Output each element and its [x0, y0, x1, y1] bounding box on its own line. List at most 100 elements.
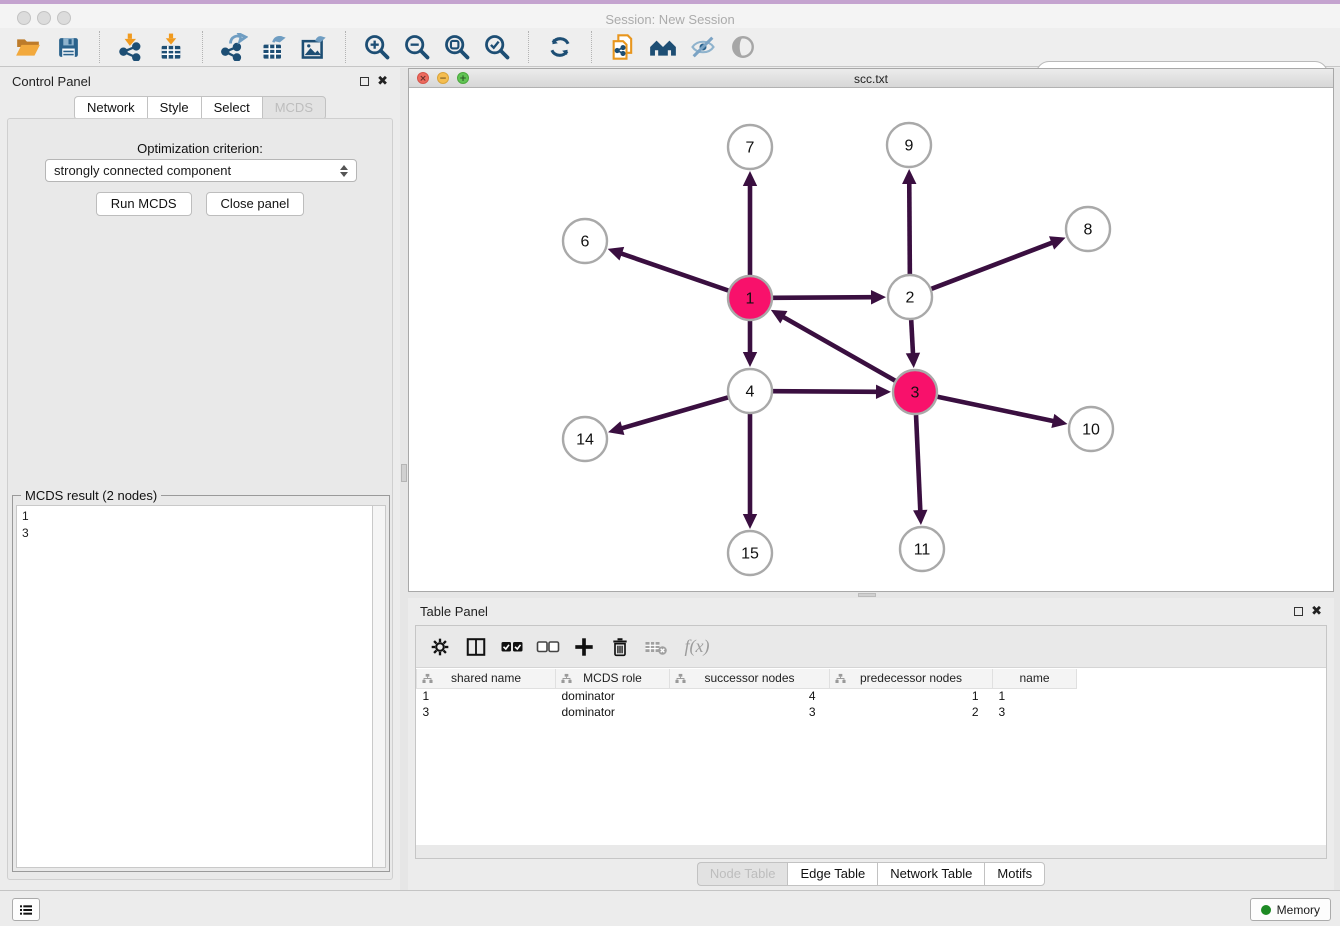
network-canvas-svg[interactable]: 7968124314101511: [409, 88, 1333, 591]
toolbar-separator: [345, 31, 346, 63]
edge-arrowhead-icon: [608, 247, 625, 261]
table-toolbar: f(x): [416, 626, 1326, 668]
edge-4-14[interactable]: [621, 397, 728, 428]
mcds-result-scrollbar[interactable]: [372, 505, 386, 868]
edge-arrowhead-icon: [906, 353, 920, 368]
zoom-in-icon[interactable]: [357, 30, 397, 64]
network-window-titlebar[interactable]: × − + scc.txt: [409, 69, 1333, 88]
edge-3-10[interactable]: [938, 397, 1055, 422]
zoom-fit-icon[interactable]: [437, 30, 477, 64]
edge-2-8[interactable]: [931, 242, 1053, 289]
first-neighbors-icon[interactable]: [643, 30, 683, 64]
export-image-icon[interactable]: [294, 30, 334, 64]
table-panel-footer-strip: [415, 845, 1327, 859]
delete-icon[interactable]: [604, 631, 636, 663]
float-panel-icon[interactable]: [360, 77, 369, 86]
import-table-icon[interactable]: [151, 30, 191, 64]
edge-arrowhead-icon: [902, 169, 916, 184]
column-header-successor-nodes[interactable]: successor nodes: [670, 669, 830, 688]
edge-2-9[interactable]: [909, 182, 910, 274]
main-toolbar: [0, 28, 1340, 67]
memory-status-icon: [1261, 905, 1271, 915]
table-panel: Table Panel ✖: [408, 598, 1334, 890]
criterion-dropdown[interactable]: strongly connected component: [45, 159, 357, 182]
zoom-out-icon[interactable]: [397, 30, 437, 64]
optimization-criterion-label: Optimization criterion:: [8, 141, 392, 156]
close-panel-icon[interactable]: ✖: [377, 75, 388, 88]
graph-node-label-1: 1: [746, 291, 755, 308]
column-header-filler: [1077, 669, 1326, 688]
graph-node-label-11: 11: [914, 542, 931, 559]
edge-arrowhead-icon: [743, 171, 757, 186]
tab-network-table[interactable]: Network Table: [877, 862, 984, 886]
open-session-icon[interactable]: [8, 30, 48, 64]
show-graphics-details-icon[interactable]: [683, 30, 723, 64]
edge-1-6[interactable]: [620, 253, 728, 290]
close-table-panel-icon[interactable]: ✖: [1311, 605, 1322, 618]
graph-node-label-2: 2: [906, 290, 915, 307]
vertical-splitter-handle[interactable]: [401, 464, 407, 482]
edge-arrowhead-icon: [743, 514, 757, 529]
tab-mcds[interactable]: MCDS: [262, 96, 326, 120]
eye-icon[interactable]: [723, 30, 763, 64]
edge-4-3[interactable]: [773, 391, 878, 392]
main-titlebar[interactable]: Session: New Session: [0, 4, 1340, 28]
table-panel-content: f(x) shared name MCDS role successor nod…: [415, 625, 1327, 858]
tab-edge-table[interactable]: Edge Table: [787, 862, 877, 886]
dropdown-stepper-icon: [340, 165, 348, 177]
refresh-icon[interactable]: [540, 30, 580, 64]
new-network-icon[interactable]: [603, 30, 643, 64]
float-table-panel-icon[interactable]: [1294, 607, 1303, 616]
close-panel-button[interactable]: Close panel: [206, 192, 305, 216]
table-row[interactable]: 3 dominator 3 2 3: [417, 704, 1326, 720]
edge-1-2[interactable]: [773, 297, 873, 298]
delete-table-icon: [640, 631, 672, 663]
mcds-result-text[interactable]: 1 3: [16, 505, 372, 868]
export-table-icon[interactable]: [254, 30, 294, 64]
edge-2-3[interactable]: [911, 320, 913, 355]
column-header-mcds-role[interactable]: MCDS role: [556, 669, 670, 688]
tab-network[interactable]: Network: [74, 96, 147, 120]
toolbar-separator: [591, 31, 592, 63]
settings-gear-icon[interactable]: [424, 631, 456, 663]
graph-node-label-15: 15: [741, 546, 759, 563]
graph-node-label-14: 14: [576, 432, 594, 449]
toggle-panel-icon[interactable]: [460, 631, 492, 663]
memory-button[interactable]: Memory: [1250, 898, 1331, 921]
column-header-name[interactable]: name: [993, 669, 1077, 688]
column-header-predecessor-nodes[interactable]: predecessor nodes: [830, 669, 993, 688]
tab-style[interactable]: Style: [147, 96, 201, 120]
export-network-icon[interactable]: [214, 30, 254, 64]
tab-select[interactable]: Select: [201, 96, 262, 120]
sort-icon: [675, 673, 686, 687]
task-history-button[interactable]: [12, 898, 40, 921]
network-window-title: scc.txt: [409, 72, 1333, 86]
save-session-icon[interactable]: [48, 30, 88, 64]
tab-node-table[interactable]: Node Table: [697, 862, 788, 886]
graph-node-label-3: 3: [911, 385, 920, 402]
edge-arrowhead-icon: [876, 385, 891, 399]
column-header-shared-name[interactable]: shared name: [417, 669, 556, 688]
vertical-splitter[interactable]: [400, 68, 408, 890]
list-icon: [18, 902, 34, 918]
window-right-edge: [1334, 68, 1340, 890]
table-panel-title: Table Panel: [420, 604, 488, 619]
table-row[interactable]: 1 dominator 4 1 1: [417, 688, 1326, 704]
tab-motifs[interactable]: Motifs: [984, 862, 1045, 886]
zoom-selected-icon[interactable]: [477, 30, 517, 64]
select-all-icon[interactable]: [496, 631, 528, 663]
node-table: shared name MCDS role successor nodes pr…: [416, 669, 1326, 720]
import-network-icon[interactable]: [111, 30, 151, 64]
network-view-window[interactable]: × − + scc.txt 7968124314101511: [408, 68, 1334, 592]
add-column-icon[interactable]: [568, 631, 600, 663]
edge-3-1[interactable]: [782, 316, 895, 380]
graph-node-label-6: 6: [581, 234, 590, 251]
control-panel-tabs: Network Style Select MCDS: [0, 96, 400, 120]
deselect-all-icon[interactable]: [532, 631, 564, 663]
run-mcds-button[interactable]: Run MCDS: [96, 192, 192, 216]
memory-label: Memory: [1277, 903, 1320, 917]
edge-3-11[interactable]: [916, 415, 920, 512]
sort-icon: [422, 673, 433, 687]
horizontal-splitter-handle[interactable]: [858, 593, 876, 597]
graph-node-label-9: 9: [905, 138, 914, 155]
